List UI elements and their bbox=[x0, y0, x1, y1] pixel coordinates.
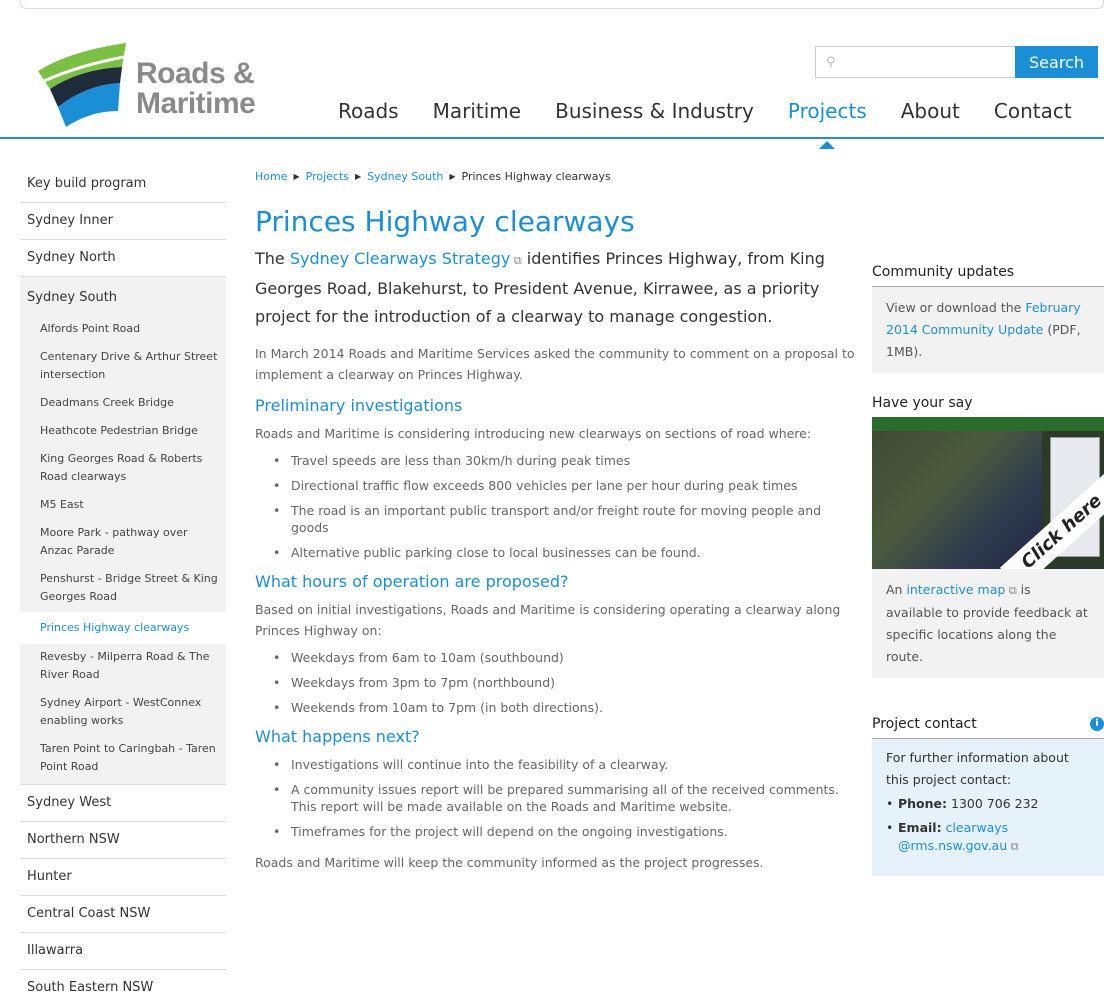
hours-list: Weekdays from 6am to 10am (southbound) W… bbox=[255, 649, 855, 716]
map-toolbar bbox=[872, 417, 1104, 431]
list-item: The road is an important public transpor… bbox=[273, 502, 855, 536]
sidebar-item-sydney-inner[interactable]: Sydney Inner bbox=[20, 203, 226, 240]
breadcrumb-arrow-icon: ▶ bbox=[355, 172, 362, 181]
search-input[interactable] bbox=[841, 54, 1012, 70]
closing-paragraph: Roads and Maritime will keep the communi… bbox=[255, 855, 764, 870]
list-item: Weekends from 10am to 7pm (in both direc… bbox=[273, 699, 855, 716]
right-column: Community updates View or download the F… bbox=[872, 264, 1104, 876]
sidebar-item-sydney-west[interactable]: Sydney West bbox=[20, 785, 226, 822]
sydney-clearways-strategy-link[interactable]: Sydney Clearways Strategy bbox=[290, 249, 522, 268]
list-item: Weekdays from 3pm to 7pm (northbound) bbox=[273, 674, 855, 691]
sidebar-sub-item[interactable]: Moore Park - pathway over Anzac Parade bbox=[20, 520, 226, 566]
logo-line-1: Roads & bbox=[136, 57, 255, 90]
search-icon: ⚲ bbox=[826, 54, 836, 70]
info-icon[interactable]: i bbox=[1090, 717, 1104, 731]
search-input-wrapper[interactable]: ⚲ bbox=[815, 46, 1015, 78]
project-contact-panel: For further information about this proje… bbox=[872, 739, 1104, 876]
logo-text[interactable]: Roads & Maritime bbox=[136, 57, 256, 120]
community-updates-title: Community updates bbox=[872, 264, 1104, 287]
sidebar-sub-item[interactable]: Heathcote Pedestrian Bridge bbox=[20, 418, 226, 446]
sidebar-sub-item[interactable]: Taren Point to Caringbah - Taren Point R… bbox=[20, 736, 226, 782]
contact-list: Phone: 1300 706 232 Email: clearways @rm… bbox=[886, 795, 1090, 856]
sidebar-item-hunter[interactable]: Hunter bbox=[20, 859, 226, 896]
sidebar-item-northern-nsw[interactable]: Northern NSW bbox=[20, 822, 226, 859]
logo-line-2: Maritime bbox=[136, 87, 256, 120]
breadcrumb-projects[interactable]: Projects bbox=[306, 170, 349, 183]
breadcrumb: Home ▶ Projects ▶ Sydney South ▶ Princes Highw… bbox=[255, 170, 855, 183]
list-item: Timeframes for the project will depend o… bbox=[273, 823, 855, 840]
list-item: Directional traffic flow exceeds 800 veh… bbox=[273, 477, 855, 494]
email-label: Email: bbox=[898, 820, 942, 835]
phone-label: Phone: bbox=[898, 796, 948, 811]
contact-text: For further information about this proje… bbox=[886, 750, 1069, 787]
intro-paragraph: The Sydney Clearways Strategy identifies… bbox=[255, 245, 835, 331]
sidebar-sub-item-active[interactable]: Princes Highway clearways bbox=[20, 612, 226, 644]
breadcrumb-current: Princes Highway clearways bbox=[461, 170, 611, 183]
hours-paragraph: Based on initial investigations, Roads a… bbox=[255, 602, 841, 638]
sidebar-nav: Key build program Sydney Inner Sydney No… bbox=[20, 166, 226, 992]
breadcrumb-arrow-icon: ▶ bbox=[449, 172, 456, 181]
next-list: Investigations will continue into the fe… bbox=[255, 756, 855, 840]
sidebar-item-south-eastern[interactable]: South Eastern NSW bbox=[20, 970, 226, 992]
phone-value: 1300 706 232 bbox=[947, 796, 1039, 811]
have-your-say-title: Have your say bbox=[872, 395, 973, 411]
main-content: Home ▶ Projects ▶ Sydney South ▶ Princes Highw… bbox=[255, 170, 855, 873]
nav-projects[interactable]: Projects bbox=[771, 97, 884, 149]
prelim-list: Travel speeds are less than 30km/h durin… bbox=[255, 452, 855, 561]
heading-hours-of-operation: What hours of operation are proposed? bbox=[255, 572, 569, 591]
project-contact-title: Project contact bbox=[872, 716, 977, 732]
intro-text: The bbox=[255, 249, 290, 268]
contact-phone: Phone: 1300 706 232 bbox=[886, 795, 1090, 813]
site-header: Roads & Maritime ⚲ Search Roads Maritime… bbox=[0, 9, 1104, 149]
list-item: Alternative public parking close to loca… bbox=[273, 544, 855, 561]
breadcrumb-home[interactable]: Home bbox=[255, 170, 287, 183]
sidebar-sub-item[interactable]: M5 East bbox=[20, 492, 226, 520]
page-title: Princes Highway clearways bbox=[255, 205, 635, 238]
nav-contact[interactable]: Contact bbox=[977, 97, 1089, 137]
say-text: An bbox=[886, 582, 907, 597]
sidebar-item-central-coast[interactable]: Central Coast NSW bbox=[20, 896, 226, 933]
interactive-map-link[interactable]: interactive map bbox=[906, 582, 1016, 597]
search-form: ⚲ Search bbox=[815, 46, 1098, 78]
sidebar-sub-item[interactable]: Sydney Airport - WestConnex enabling wor… bbox=[20, 690, 226, 736]
map-satellite-image bbox=[872, 431, 1042, 569]
sidebar-sub-item[interactable]: Penshurst - Bridge Street & King Georges… bbox=[20, 566, 226, 612]
nav-about[interactable]: About bbox=[884, 97, 977, 137]
nav-business-industry[interactable]: Business & Industry bbox=[538, 97, 771, 137]
sidebar-item-illawarra[interactable]: Illawarra bbox=[20, 933, 226, 970]
sidebar-sub-item[interactable]: Deadmans Creek Bridge bbox=[20, 390, 226, 418]
nav-maritime[interactable]: Maritime bbox=[416, 97, 538, 137]
sidebar-sub-item[interactable]: Revesby - Milperra Road & The River Road bbox=[20, 644, 226, 690]
updates-text: View or download the bbox=[886, 300, 1026, 315]
sidebar-sub-item[interactable]: Alfords Point Road bbox=[20, 316, 226, 344]
heading-preliminary-investigations: Preliminary investigations bbox=[255, 396, 463, 415]
top-bar bbox=[20, 0, 1104, 9]
sidebar-sub-list: Alfords Point Road Centenary Drive & Art… bbox=[20, 316, 226, 785]
project-contact-header: Project contact i bbox=[872, 716, 1104, 739]
sidebar-item-key-build-program[interactable]: Key build program bbox=[20, 166, 226, 203]
have-your-say-panel: An interactive map is available to provi… bbox=[872, 569, 1104, 678]
list-item: Investigations will continue into the fe… bbox=[273, 756, 855, 773]
interactive-map-thumbnail[interactable]: Click here bbox=[872, 417, 1104, 569]
prelim-paragraph: Roads and Maritime is considering introd… bbox=[255, 426, 812, 441]
main-nav: Roads Maritime Business & Industry Proje… bbox=[338, 97, 1089, 149]
breadcrumb-arrow-icon: ▶ bbox=[293, 172, 300, 181]
heading-what-happens-next: What happens next? bbox=[255, 727, 420, 746]
list-item: Travel speeds are less than 30km/h durin… bbox=[273, 452, 855, 469]
nav-roads[interactable]: Roads bbox=[338, 97, 416, 137]
community-updates-panel: View or download the February 2014 Commu… bbox=[872, 287, 1104, 373]
search-button[interactable]: Search bbox=[1015, 46, 1098, 78]
roads-maritime-logo[interactable] bbox=[30, 41, 130, 129]
sidebar-item-sydney-south[interactable]: Sydney South bbox=[20, 277, 226, 316]
list-item: A community issues report will be prepar… bbox=[273, 781, 855, 815]
breadcrumb-sydney-south[interactable]: Sydney South bbox=[367, 170, 443, 183]
sidebar-sub-item[interactable]: Centenary Drive & Arthur Street intersec… bbox=[20, 344, 226, 390]
list-item: Weekdays from 6am to 10am (southbound) bbox=[273, 649, 855, 666]
sidebar-sub-item[interactable]: King Georges Road & Roberts Road clearwa… bbox=[20, 446, 226, 492]
contact-email: Email: clearways @rms.nsw.gov.au bbox=[886, 819, 1090, 856]
sidebar-item-sydney-north[interactable]: Sydney North bbox=[20, 240, 226, 277]
consultation-paragraph: In March 2014 Roads and Maritime Service… bbox=[255, 346, 855, 382]
